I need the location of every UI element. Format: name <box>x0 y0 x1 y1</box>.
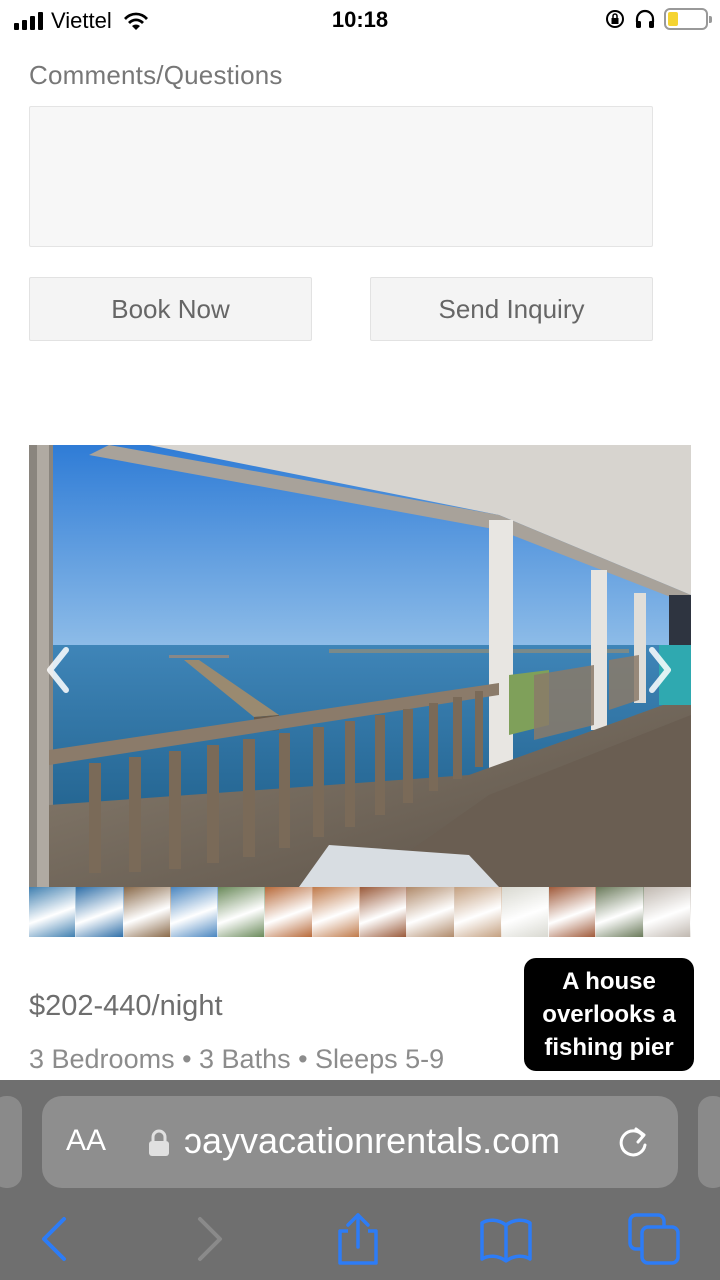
gallery-thumbnail[interactable] <box>76 887 124 937</box>
price-per-night: $202-440/night <box>29 990 223 1022</box>
browser-toolbar <box>0 1205 720 1280</box>
url-text[interactable]: ɔayvacationrentals.com <box>184 1120 604 1162</box>
comments-label: Comments/Questions <box>29 60 283 90</box>
gallery-thumbnail[interactable] <box>29 887 77 937</box>
gallery-thumbnail[interactable] <box>454 887 502 937</box>
previous-tab-preview[interactable] <box>0 1096 22 1188</box>
gallery-thumbnail[interactable] <box>407 887 455 937</box>
chevron-right-icon[interactable] <box>642 640 678 700</box>
gallery-thumbnail[interactable] <box>312 887 360 937</box>
caption-overlay: A house overlooks a fishing pier <box>524 958 694 1071</box>
forward-icon[interactable] <box>180 1211 236 1267</box>
caption-line: overlooks a <box>542 1001 676 1028</box>
send-inquiry-button[interactable]: Send Inquiry <box>370 277 653 341</box>
gallery-thumbnail[interactable] <box>596 887 644 937</box>
share-icon[interactable] <box>330 1211 386 1267</box>
rotation-lock-icon <box>606 10 624 28</box>
chevron-left-icon[interactable] <box>40 640 76 700</box>
gallery-thumbnail[interactable] <box>218 887 266 937</box>
gallery-thumbnail[interactable] <box>501 887 550 937</box>
book-now-button[interactable]: Book Now <box>29 277 312 341</box>
aa-label: AA <box>66 1124 107 1157</box>
gallery-thumbnail[interactable] <box>643 887 691 937</box>
thumbnail-strip <box>29 887 691 937</box>
gallery-thumbnail[interactable] <box>359 887 408 937</box>
caption-line: A house <box>562 968 656 995</box>
status-bar: Viettel 10:18 <box>0 0 720 40</box>
gallery-main-photo[interactable] <box>29 445 691 887</box>
caption-line: fishing pier <box>544 1034 674 1061</box>
gallery-thumbnail[interactable] <box>549 887 597 937</box>
back-icon[interactable] <box>28 1211 84 1267</box>
bookmarks-icon[interactable] <box>478 1211 534 1267</box>
address-bar[interactable]: AA ɔayvacationrentals.com <box>42 1096 678 1188</box>
reload-icon[interactable] <box>614 1124 652 1162</box>
tabs-icon[interactable] <box>626 1211 682 1267</box>
gallery-thumbnail[interactable] <box>123 887 171 937</box>
gallery-thumbnail[interactable] <box>265 887 313 937</box>
headphones-icon <box>635 9 655 28</box>
browser-chrome: AA ɔayvacationrentals.com <box>0 1080 720 1280</box>
gallery-thumbnail[interactable] <box>170 887 219 937</box>
comments-textarea[interactable] <box>29 106 653 247</box>
battery-icon <box>664 8 712 30</box>
lock-icon <box>149 1129 169 1156</box>
next-tab-preview[interactable] <box>698 1096 720 1188</box>
property-specs: 3 Bedrooms • 3 Baths • Sleeps 5-9 <box>29 1044 445 1074</box>
reader-settings-button[interactable]: AA <box>66 1124 106 1158</box>
